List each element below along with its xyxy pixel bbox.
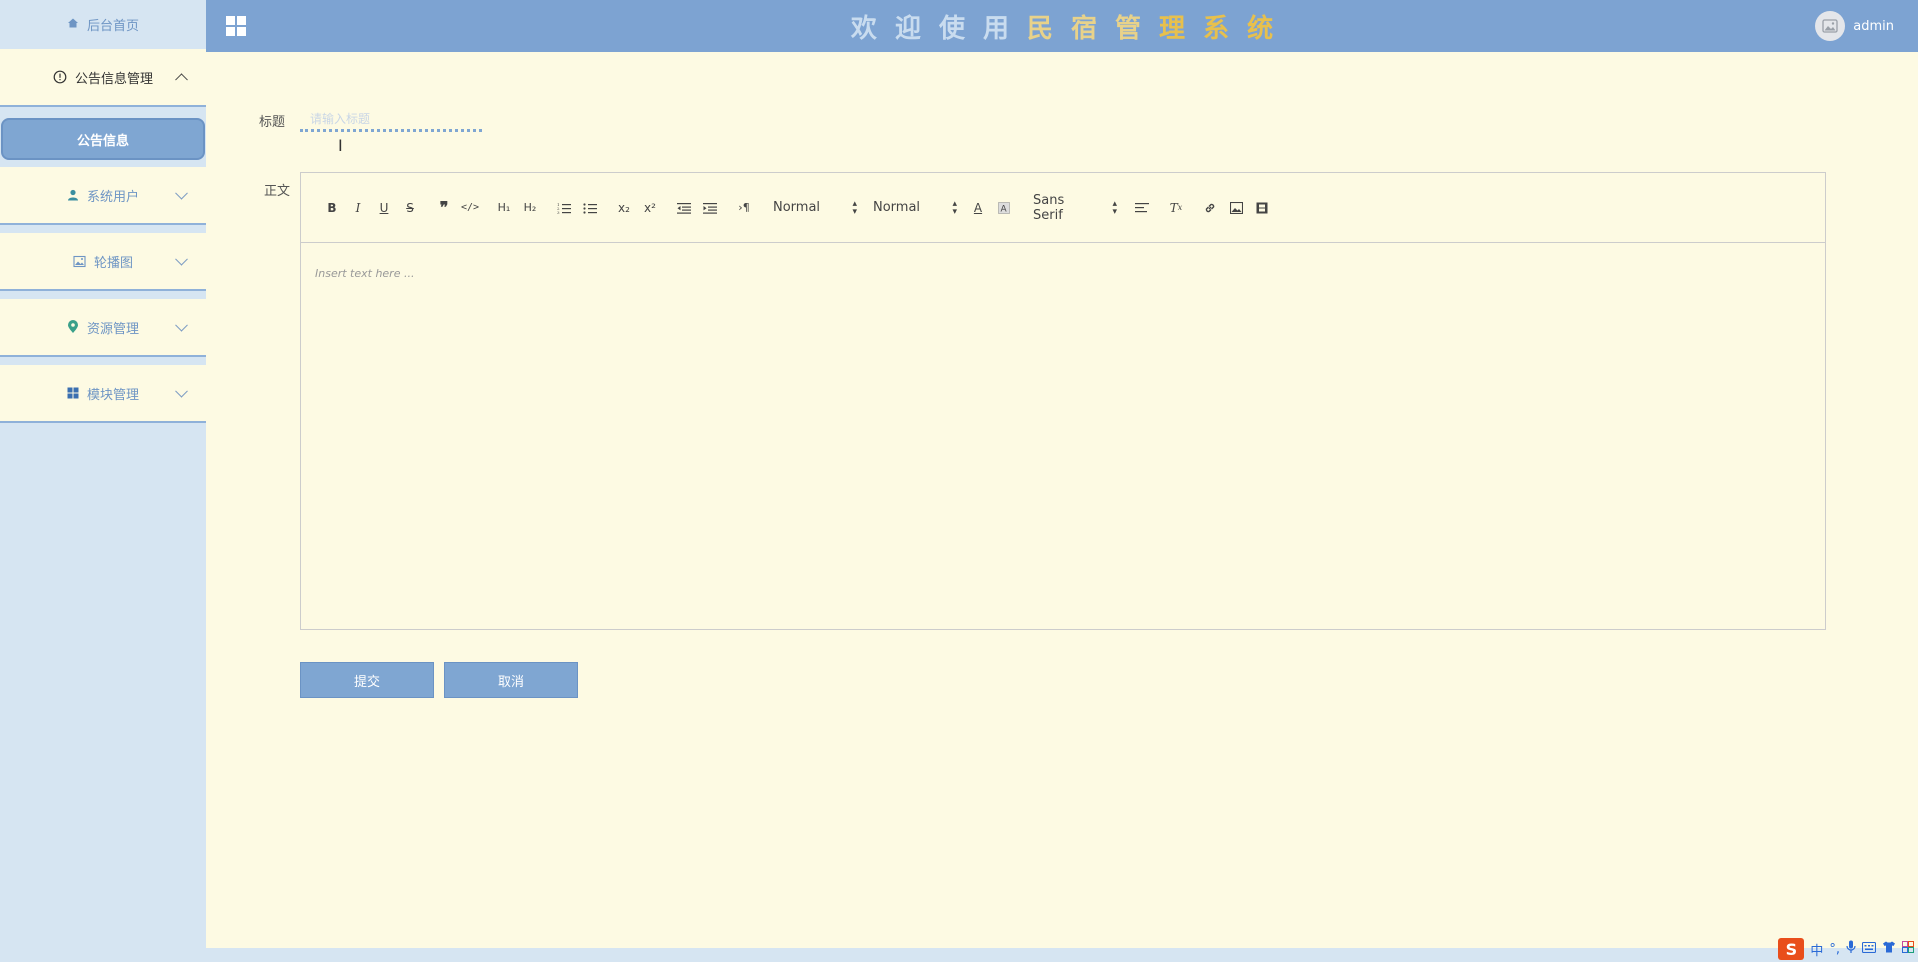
select-arrow-icon: ▴ ▾ [1112, 198, 1117, 217]
background-color-icon[interactable]: A [991, 196, 1017, 220]
align-left-icon[interactable] [1129, 196, 1155, 220]
body-label: 正文 [264, 184, 291, 199]
sidebar-item-label: 系统用户 [86, 189, 139, 205]
blockquote-icon[interactable]: ❞ [431, 196, 457, 220]
skin-shirt-icon[interactable] [1882, 941, 1896, 957]
submit-button[interactable]: 提交 [300, 662, 434, 698]
image-icon [73, 255, 86, 268]
text-cursor-icon: I [338, 136, 343, 155]
sidebar-item-module-management[interactable]: 模块管理 [0, 365, 206, 423]
underline-icon[interactable]: U [371, 196, 397, 220]
ime-logo-icon[interactable]: S [1778, 938, 1805, 960]
title-char: 管 [1115, 14, 1160, 44]
size-select-value: Normal [873, 200, 921, 215]
chevron-down-icon [175, 186, 188, 200]
bullet-list-icon[interactable] [577, 196, 603, 220]
title-char: 理 [1159, 14, 1204, 44]
avatar[interactable] [1815, 11, 1846, 41]
sidebar-subitem-label: 公告信息 [76, 133, 129, 149]
ime-toolbar: S 中 °, [1774, 936, 1918, 962]
title-char: 民 [1026, 14, 1071, 44]
text-direction-icon[interactable]: ›¶ [731, 196, 757, 220]
clear-format-icon[interactable]: Tx [1163, 196, 1189, 220]
chevron-down-icon [175, 252, 188, 266]
sidebar-home-label: 后台首页 [86, 19, 139, 34]
svg-text:3: 3 [557, 210, 560, 214]
sidebar-item-system-users[interactable]: 系统用户 [0, 167, 206, 225]
editor-content-area[interactable]: Insert text here ... [301, 243, 1825, 629]
microphone-icon[interactable] [1846, 940, 1856, 958]
svg-text:A: A [1001, 204, 1008, 214]
bold-icon[interactable]: B [319, 196, 345, 220]
font-select-value: Sans Serif [1033, 192, 1065, 223]
ime-language[interactable]: 中 [1810, 940, 1823, 959]
ordered-list-icon[interactable]: 123 [551, 196, 577, 220]
top-header: 欢迎使用民宿管理系统 admin [206, 0, 1918, 52]
title-label: 标题 [259, 115, 286, 130]
page-title: 欢迎使用民宿管理系统 [206, 8, 1918, 45]
video-insert-icon[interactable] [1249, 196, 1275, 220]
title-char: 统 [1247, 14, 1292, 44]
link-icon[interactable] [1197, 196, 1223, 220]
divider [0, 291, 206, 299]
grid-icon [67, 387, 79, 399]
rich-text-editor: B I U S ❞ </> H₁ H₂ 123 x₂ x² ›¶ Normal … [300, 172, 1826, 630]
main-content: 标题 正文 B I U S ❞ </> H₁ H₂ 123 x₂ x² [206, 52, 1918, 948]
font-color-icon[interactable]: A [965, 196, 991, 220]
cancel-button[interactable]: 取消 [444, 662, 578, 698]
italic-icon[interactable]: I [345, 196, 371, 220]
editor-toolbar: B I U S ❞ </> H₁ H₂ 123 x₂ x² ›¶ Normal … [301, 173, 1825, 243]
apps-grid-icon[interactable] [1902, 941, 1914, 957]
home-icon [67, 17, 79, 33]
info-circle-icon [53, 70, 67, 84]
chevron-down-icon [175, 384, 188, 398]
title-char: 系 [1203, 14, 1248, 44]
indent-icon[interactable] [697, 196, 723, 220]
size-select[interactable]: Normal ▴ ▾ [865, 196, 965, 220]
header-select-value: Normal [773, 200, 821, 215]
location-icon [67, 320, 79, 334]
strikethrough-icon[interactable]: S [397, 196, 423, 220]
sidebar-item-announcement-info[interactable]: 公告信息 [1, 118, 205, 160]
title-char: 欢 [850, 14, 895, 44]
sidebar-item-label: 模块管理 [86, 387, 139, 403]
title-input[interactable] [300, 108, 482, 132]
outdent-icon[interactable] [671, 196, 697, 220]
select-arrow-icon: ▴ ▾ [952, 198, 957, 217]
header-select[interactable]: Normal ▴ ▾ [765, 196, 865, 220]
user-menu[interactable]: admin [1815, 11, 1894, 41]
sidebar-item-label: 轮播图 [93, 255, 133, 271]
keyboard-icon[interactable] [1861, 941, 1877, 957]
sidebar-item-carousel[interactable]: 轮播图 [0, 233, 206, 291]
sidebar-item-label: 公告信息管理 [74, 71, 153, 87]
superscript-icon[interactable]: x² [637, 196, 663, 220]
font-family-select[interactable]: Sans Serif ▴ ▾ [1025, 192, 1125, 223]
heading2-icon[interactable]: H₂ [517, 196, 543, 220]
divider [0, 357, 206, 365]
sidebar-item-home[interactable]: 后台首页 [0, 0, 206, 49]
editor-placeholder: Insert text here ... [315, 267, 415, 280]
image-insert-icon[interactable] [1223, 196, 1249, 220]
chevron-up-icon [175, 73, 188, 87]
sidebar: 后台首页 公告信息管理 公告信息 系统用户 轮播图 资源管理 模块管理 [0, 0, 206, 962]
sidebar-item-resource-management[interactable]: 资源管理 [0, 299, 206, 357]
chevron-down-icon [175, 318, 188, 332]
heading1-icon[interactable]: H₁ [491, 196, 517, 220]
picture-icon [1822, 19, 1838, 33]
sidebar-item-announcement-management[interactable]: 公告信息管理 [0, 49, 206, 107]
divider [0, 225, 206, 233]
title-char: 使 [938, 14, 983, 44]
title-char: 宿 [1071, 14, 1116, 44]
subscript-icon[interactable]: x₂ [611, 196, 637, 220]
username: admin [1853, 18, 1894, 34]
title-char: 用 [982, 14, 1027, 44]
punctuation-icon[interactable]: °, [1829, 942, 1840, 957]
title-char: 迎 [894, 14, 939, 44]
code-block-icon[interactable]: </> [457, 196, 483, 220]
sidebar-submenu: 公告信息 [0, 107, 206, 167]
sidebar-item-label: 资源管理 [86, 321, 139, 337]
bottom-bar [206, 948, 1918, 962]
user-icon [67, 189, 79, 201]
select-arrow-icon: ▴ ▾ [852, 198, 857, 217]
